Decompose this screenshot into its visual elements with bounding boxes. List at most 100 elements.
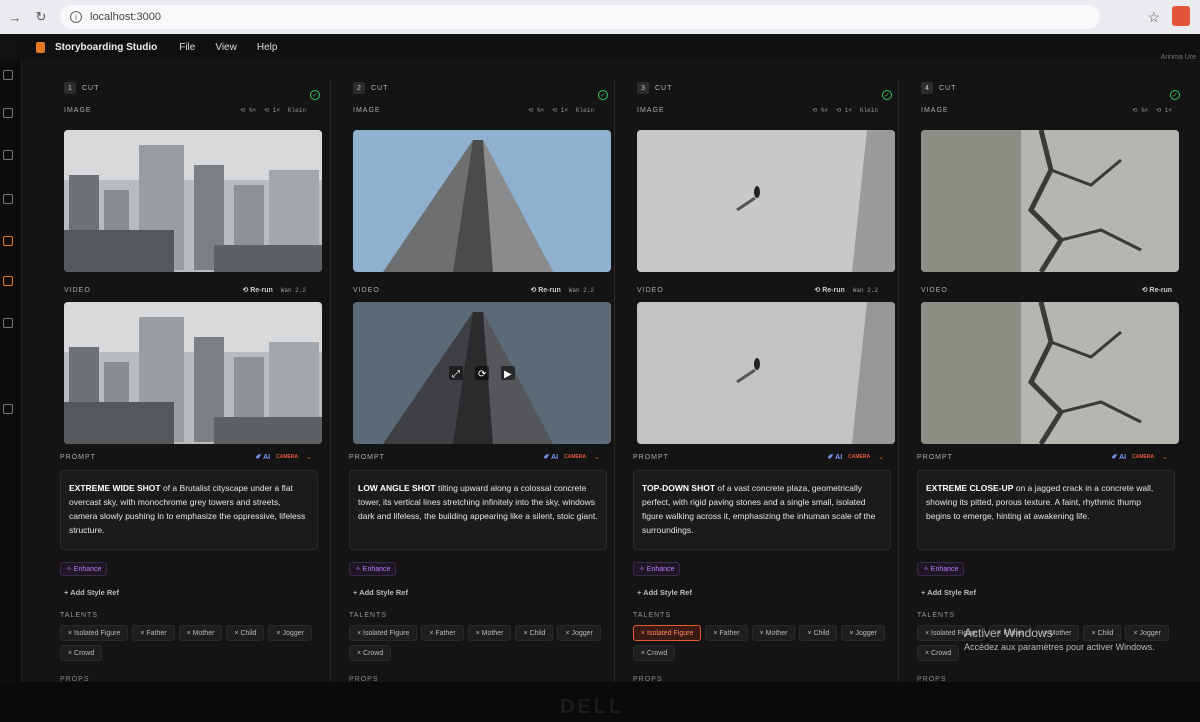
chevron-down-icon[interactable]: ⌄ [878, 453, 884, 461]
tool-icon[interactable] [3, 318, 13, 328]
forward-icon[interactable]: → [4, 6, 26, 28]
prompt-header: PROMPT ✐ AI CAMERA ⌄ [917, 450, 1168, 464]
ai-button[interactable]: ✐ AI [1112, 453, 1127, 461]
chevron-down-icon[interactable]: ⌄ [1162, 453, 1168, 461]
video-label: VIDEO [64, 286, 91, 294]
talent-chip[interactable]: × Child [799, 625, 838, 641]
bookmark-star-icon[interactable]: ☆ [1147, 9, 1160, 26]
talent-chip[interactable]: × Crowd [633, 645, 676, 661]
windows-activation-notice: Activer Windows Accédez aux paramètres p… [964, 626, 1155, 652]
talent-chip[interactable]: × Mother [178, 625, 223, 641]
tool-icon-active[interactable] [3, 276, 13, 286]
rerun-button[interactable]: ⟲ Re-run [242, 286, 272, 294]
cut-card: 1 CUT ✓ IMAGE ⟲ ¾× ⟲ 1× Klein VIDEO ⟲ Re… [42, 80, 322, 700]
talent-chip[interactable]: × Jogger [268, 625, 312, 641]
talent-chip[interactable]: × Jogger [557, 625, 601, 641]
add-style-ref-button[interactable]: + Add Style Ref [64, 588, 119, 597]
tool-icon[interactable] [3, 150, 13, 160]
prompt-textarea[interactable]: EXTREME CLOSE-UP on a jagged crack in a … [917, 470, 1175, 550]
camera-button[interactable]: CAMERA [276, 454, 298, 460]
enhance-button[interactable]: ✧ Enhance [633, 562, 681, 576]
image-scale[interactable]: ⟲ 1× [552, 107, 568, 114]
enhance-button[interactable]: ✧ Enhance [349, 562, 397, 576]
chevron-down-icon[interactable]: ⌄ [594, 453, 600, 461]
image-scale[interactable]: ⟲ 1× [1156, 107, 1172, 114]
image-model[interactable]: Klein [576, 107, 594, 114]
video-thumbnail[interactable]: ⤢ ⟳ ▶ [353, 302, 611, 444]
talent-chip[interactable]: × Crowd [917, 645, 960, 661]
talent-chip[interactable]: × Isolated Figure [349, 625, 418, 641]
tool-icon-active[interactable] [3, 236, 13, 246]
talent-chip-selected[interactable]: × Isolated Figure [633, 625, 702, 641]
tool-icon[interactable] [3, 70, 13, 80]
image-variant[interactable]: ⟲ ¾× [812, 107, 828, 114]
enhance-button[interactable]: ✧ Enhance [60, 562, 108, 576]
talent-chip[interactable]: × Father [421, 625, 464, 641]
video-model[interactable]: Wan 2.2 [853, 287, 878, 294]
reload-icon[interactable]: ↻ [30, 6, 52, 28]
address-bar[interactable]: i localhost:3000 [60, 5, 1100, 29]
site-info-icon[interactable]: i [70, 11, 82, 23]
prompt-shot-type: LOW ANGLE SHOT [358, 483, 436, 493]
talent-chip[interactable]: × Crowd [60, 645, 103, 661]
prompt-textarea[interactable]: EXTREME WIDE SHOT of a Brutalist citysca… [60, 470, 318, 550]
talent-chip[interactable]: × Child [226, 625, 265, 641]
prompt-textarea[interactable]: TOP-DOWN SHOT of a vast concrete plaza, … [633, 470, 891, 550]
ai-button[interactable]: ✐ AI [544, 453, 559, 461]
talent-list: × Isolated Figure × Father × Mother × Ch… [633, 625, 895, 661]
talent-chip[interactable]: × Mother [751, 625, 796, 641]
camera-button[interactable]: CAMERA [848, 454, 870, 460]
ai-button[interactable]: ✐ AI [828, 453, 843, 461]
rerun-button[interactable]: ⟲ Re-run [530, 286, 560, 294]
add-style-ref-button[interactable]: + Add Style Ref [921, 588, 976, 597]
monitor-bezel: DELL [0, 682, 1200, 722]
menu-file[interactable]: File [179, 42, 195, 53]
image-scale[interactable]: ⟲ 1× [836, 107, 852, 114]
cut-card: 2 CUT ✓ IMAGE ⟲ ¾× ⟲ 1× Klein VIDEO ⟲ Re… [330, 80, 611, 700]
camera-button[interactable]: CAMERA [564, 454, 586, 460]
prompt-shot-type: EXTREME CLOSE-UP [926, 483, 1014, 493]
tool-icon[interactable] [3, 194, 13, 204]
image-scale[interactable]: ⟲ 1× [264, 107, 280, 114]
prompt-header: PROMPT ✐ AI CAMERA ⌄ [349, 450, 600, 464]
image-variant[interactable]: ⟲ ¾× [1132, 107, 1148, 114]
prompt-textarea[interactable]: LOW ANGLE SHOT tilting upward along a co… [349, 470, 607, 550]
image-variant[interactable]: ⟲ ¾× [240, 107, 256, 114]
menu-help[interactable]: Help [257, 42, 278, 53]
extension-icon[interactable] [1172, 6, 1190, 26]
image-model[interactable]: Klein [288, 107, 306, 114]
talent-chip[interactable]: × Father [132, 625, 175, 641]
image-variant[interactable]: ⟲ ¾× [528, 107, 544, 114]
add-style-ref-button[interactable]: + Add Style Ref [637, 588, 692, 597]
talent-chip[interactable]: × Isolated Figure [60, 625, 129, 641]
image-thumbnail[interactable] [921, 130, 1179, 272]
video-thumbnail[interactable] [921, 302, 1179, 444]
camera-button[interactable]: CAMERA [1132, 454, 1154, 460]
image-thumbnail[interactable] [637, 130, 895, 272]
video-model[interactable]: Wan 2.2 [569, 287, 594, 294]
talent-chip[interactable]: × Mother [467, 625, 512, 641]
talent-chip[interactable]: × Jogger [841, 625, 885, 641]
menu-view[interactable]: View [215, 42, 237, 53]
video-thumbnail[interactable] [637, 302, 895, 444]
tool-icon[interactable] [3, 108, 13, 118]
rerun-button[interactable]: ⟲ Re-run [1142, 286, 1172, 294]
prompt-label: PROMPT [60, 453, 96, 461]
image-model[interactable]: Klein [860, 107, 878, 114]
video-thumbnail[interactable] [64, 302, 322, 444]
image-thumbnail[interactable] [353, 130, 611, 272]
ai-button[interactable]: ✐ AI [256, 453, 271, 461]
video-label: VIDEO [921, 286, 948, 294]
add-style-ref-button[interactable]: + Add Style Ref [353, 588, 408, 597]
video-model[interactable]: Wan 2.2 [281, 287, 306, 294]
talent-chip[interactable]: × Father [705, 625, 748, 641]
talent-chip[interactable]: × Crowd [349, 645, 392, 661]
tool-icon[interactable] [3, 404, 13, 414]
talent-chip[interactable]: × Child [515, 625, 554, 641]
enhance-button[interactable]: ✧ Enhance [917, 562, 965, 576]
image-header: IMAGE ⟲ ¾× ⟲ 1× Klein [353, 104, 594, 116]
chevron-down-icon[interactable]: ⌄ [306, 453, 312, 461]
image-thumbnail[interactable] [64, 130, 322, 272]
cut-number: 2 [353, 82, 365, 94]
rerun-button[interactable]: ⟲ Re-run [814, 286, 844, 294]
